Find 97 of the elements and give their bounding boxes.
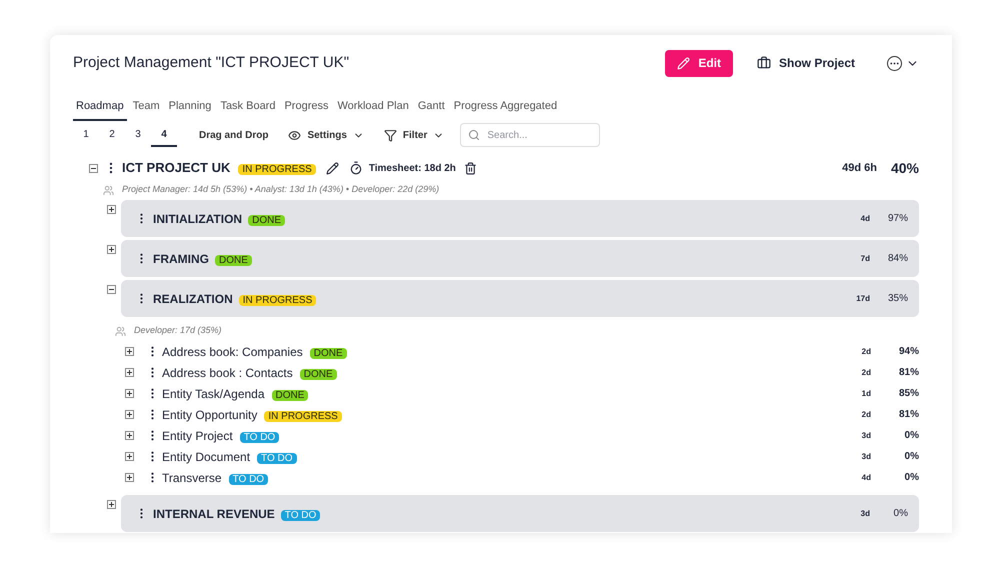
pencil-icon	[677, 56, 690, 70]
project-name: ICT PROJECT UK	[122, 159, 230, 178]
task-name: Entity Task/Agenda	[162, 386, 265, 402]
timesheet-label: Timesheet: 18d 2h	[368, 162, 456, 176]
status-badge: DONE	[272, 390, 308, 400]
more-icon	[887, 56, 902, 70]
team-icon	[115, 326, 126, 336]
filter-button[interactable]: Filter	[380, 128, 448, 142]
status-badge: IN PROGRESS	[238, 294, 316, 306]
task-duration: 2d	[862, 346, 871, 358]
phase-name: REALIZATION	[153, 290, 233, 308]
expand-icon[interactable]	[125, 368, 134, 377]
task-duration: 1d	[862, 388, 871, 400]
tab[interactable]: Gantt	[414, 98, 448, 121]
briefcase-icon	[756, 56, 771, 70]
expand-icon[interactable]	[125, 431, 134, 440]
eye-icon	[288, 128, 302, 142]
task-percent: 0%	[904, 450, 919, 464]
show-project-button[interactable]: Show Project	[748, 50, 863, 76]
task-percent: 0%	[904, 471, 919, 485]
expand-icon[interactable]	[125, 452, 134, 461]
level-tab[interactable]: 3	[125, 123, 151, 147]
task-duration: 2d	[862, 366, 871, 378]
task-duration: 4d	[862, 472, 871, 484]
phase-percent: 84%	[886, 252, 908, 266]
search-field[interactable]: Search...	[460, 123, 600, 147]
status-badge: TO DO	[228, 474, 268, 484]
settings-button[interactable]: Settings	[284, 128, 368, 142]
status-badge: IN PROGRESS	[238, 164, 316, 175]
tab[interactable]: Planning	[166, 98, 214, 121]
task-name: Address book: Companies	[162, 344, 303, 360]
expand-icon[interactable]	[107, 205, 116, 214]
level-tab[interactable]: 1	[73, 123, 99, 147]
task-name: Transverse	[162, 470, 222, 486]
tab[interactable]: Workload Plan	[334, 98, 412, 121]
collapse-icon[interactable]	[107, 285, 116, 294]
phase-duration: 17d	[856, 292, 870, 304]
project-percent: 40%	[890, 158, 919, 178]
status-badge: IN PROGRESS	[264, 410, 342, 422]
phase-duration: 7d	[860, 252, 870, 264]
level-tab[interactable]: 4	[151, 123, 177, 147]
phase-duration: 3d	[860, 508, 870, 520]
phase-row[interactable]: INITIALIZATION DONE 4d 97%	[121, 200, 919, 237]
status-badge: DONE	[310, 348, 347, 358]
phase-row[interactable]: INTERNAL REVENUE TO DO 3d 0%	[121, 495, 919, 532]
task-duration: 3d	[862, 430, 871, 442]
status-badge: DONE	[248, 214, 286, 226]
page-title: Project Management "ICT PROJECT UK"	[73, 52, 350, 73]
trash-icon	[464, 162, 477, 174]
stopwatch-icon	[348, 161, 363, 175]
task-percent: 81%	[898, 366, 919, 380]
status-badge: TO DO	[240, 432, 280, 442]
status-badge: TO DO	[257, 452, 297, 464]
role-breakdown: Developer: 17d (35%)	[134, 324, 222, 338]
task-percent: 0%	[904, 429, 919, 443]
pencil-icon	[326, 162, 339, 174]
status-badge: DONE	[215, 254, 252, 266]
level-tab[interactable]: 2	[99, 123, 125, 147]
task-percent: 94%	[898, 345, 919, 359]
phase-name: INITIALIZATION	[153, 210, 242, 228]
phase-name: FRAMING	[153, 250, 209, 268]
task-duration: 3d	[862, 450, 871, 462]
expand-icon[interactable]	[125, 347, 134, 356]
expand-icon[interactable]	[125, 473, 134, 482]
role-breakdown: Project Manager: 14d 5h (53%) • Analyst: 13d 1h (43%) • Developer: 22d (29%)	[122, 183, 440, 196]
drag-and-drop-button[interactable]: Drag and Drop	[195, 128, 272, 142]
project-duration: 49d 6h	[842, 160, 877, 176]
task-name: Entity Project	[162, 428, 233, 444]
task-duration: 2d	[862, 408, 871, 420]
task-name: Address book : Contacts	[162, 364, 293, 382]
tab[interactable]: Task Board	[217, 98, 278, 121]
phase-percent: 97%	[886, 212, 908, 226]
tab[interactable]: Progress Aggregated	[450, 98, 560, 121]
search-icon	[468, 129, 480, 141]
tab[interactable]: Team	[130, 98, 163, 121]
phase-percent: 0%	[892, 507, 908, 521]
phase-name: INTERNAL REVENUE	[153, 506, 275, 522]
collapse-icon[interactable]	[89, 164, 98, 172]
expand-icon[interactable]	[125, 410, 134, 419]
expand-icon[interactable]	[125, 389, 134, 398]
phase-row[interactable]: FRAMING DONE 7d 84%	[121, 240, 919, 277]
task-name: Entity Opportunity	[162, 406, 258, 424]
tab[interactable]: Roadmap	[73, 98, 127, 121]
task-percent: 81%	[898, 408, 919, 422]
task-name: Entity Document	[162, 448, 250, 466]
phase-row[interactable]: REALIZATION IN PROGRESS 17d 35%	[121, 280, 919, 317]
filter-icon	[384, 128, 397, 142]
team-icon	[103, 184, 114, 196]
tab[interactable]: Progress	[281, 98, 332, 121]
phase-duration: 4d	[860, 212, 870, 224]
phase-percent: 35%	[886, 292, 908, 306]
expand-icon[interactable]	[107, 245, 116, 254]
expand-icon[interactable]	[107, 500, 116, 509]
task-percent: 85%	[898, 387, 919, 401]
status-badge: TO DO	[280, 510, 320, 520]
status-badge: DONE	[300, 368, 337, 380]
edit-button[interactable]: Edit	[665, 50, 733, 76]
